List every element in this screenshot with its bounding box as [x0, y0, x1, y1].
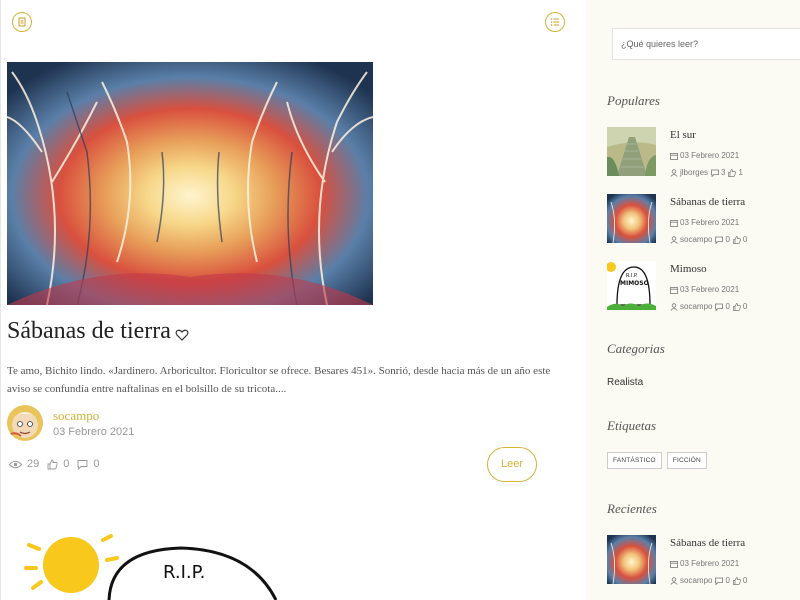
section-title-etiquetas: Etiquetas: [607, 418, 657, 433]
date-text: 03 Febrero 2021: [680, 151, 740, 160]
thumbs-up-icon: [733, 235, 741, 244]
date-text: 03 Febrero 2021: [680, 218, 740, 227]
views-count: 29: [27, 458, 40, 470]
comment-icon: [77, 459, 88, 470]
thumb-mimoso-text: MIMOSO: [620, 280, 649, 287]
recent-item-sabanas[interactable]: Sábanas de tierra 03 Febrero 2021 socamp…: [607, 535, 797, 585]
section-title-populares: Populares: [607, 93, 660, 108]
popular-item-sabanas[interactable]: Sábanas de tierra 03 Febrero 2021 socamp…: [607, 194, 797, 244]
comment-icon: [715, 577, 724, 585]
thumbs-up-icon: [733, 302, 741, 311]
comments-count: 0: [725, 576, 730, 585]
side-post-meta: socampo 0 0: [670, 235, 750, 244]
eye-icon: [9, 460, 22, 468]
category-link-realista[interactable]: Realista: [607, 377, 643, 388]
calendar-icon: [670, 560, 678, 568]
author-text[interactable]: socampo: [680, 302, 712, 311]
side-post-date: 03 Febrero 2021: [670, 285, 742, 294]
search-placeholder: ¿Qué quieres leer?: [621, 39, 699, 49]
post-thumbnail[interactable]: [607, 127, 656, 176]
section-title-recientes: Recientes: [607, 501, 657, 516]
popular-item-el-sur[interactable]: El sur 03 Febrero 2021 jlborges 3 1: [607, 127, 797, 177]
post-date: 03 Febrero 2021: [53, 426, 135, 438]
likes-stat: 0: [47, 458, 69, 470]
date-text: 03 Febrero 2021: [680, 559, 740, 568]
author-text[interactable]: jlborges: [680, 168, 708, 177]
document-icon[interactable]: [12, 12, 32, 32]
side-post-date: 03 Febrero 2021: [670, 559, 742, 568]
second-post-image[interactable]: R.I.P.: [21, 530, 301, 600]
thumb-rip-text: R.I.P.: [626, 273, 638, 279]
thumbs-up-icon: [733, 576, 741, 585]
author-text[interactable]: socampo: [680, 576, 712, 585]
likes-count: 0: [742, 302, 748, 311]
heart-icon[interactable]: [175, 328, 189, 342]
views-stat: 29: [9, 458, 39, 470]
list-icon[interactable]: [545, 12, 565, 32]
post-thumbnail[interactable]: [607, 535, 656, 584]
likes-count: 0: [742, 576, 748, 585]
calendar-icon: [670, 286, 678, 294]
comments-stat: 0: [77, 458, 100, 470]
comments-count: 0: [725, 302, 730, 311]
post-excerpt: Te amo, Bichito lindo. «Jardinero. Arbor…: [7, 365, 551, 395]
calendar-icon: [670, 219, 678, 227]
date-text: 03 Febrero 2021: [680, 285, 740, 294]
thumbs-up-icon: [728, 168, 737, 177]
post-title[interactable]: Sábanas de tierra: [7, 318, 171, 345]
author-text[interactable]: socampo: [680, 235, 712, 244]
side-post-meta: jlborges 3 1: [670, 168, 746, 177]
calendar-icon: [670, 152, 678, 160]
side-post-title[interactable]: Sábanas de tierra: [670, 196, 745, 208]
post-stats: 29 0 0: [9, 458, 108, 470]
user-icon: [670, 235, 678, 244]
search-input[interactable]: ¿Qué quieres leer?: [612, 28, 800, 60]
comments-count: 0: [725, 235, 730, 244]
section-title-categorias: Categorias: [607, 341, 665, 356]
user-icon: [670, 168, 678, 177]
sidebar: ¿Qué quieres leer? Populares El sur 03 F…: [586, 0, 800, 600]
main-content: Sábanas de tierra Te amo, Bichito lindo.…: [0, 0, 586, 600]
side-post-title[interactable]: Mimoso: [670, 263, 707, 275]
side-post-meta: socampo 0 0: [670, 302, 750, 311]
user-icon: [670, 302, 678, 311]
side-post-meta: socampo 0 0: [670, 576, 750, 585]
likes-count: 0: [742, 235, 748, 244]
comments-count: 3: [721, 168, 726, 177]
tag-ficcion[interactable]: FICCIÓN: [666, 452, 707, 469]
likes-count: 0: [63, 458, 70, 470]
post-thumbnail[interactable]: R.I.P. MIMOSO: [607, 261, 656, 310]
side-post-date: 03 Febrero 2021: [670, 218, 742, 227]
avatar[interactable]: [7, 405, 43, 441]
comments-count: 0: [93, 458, 100, 470]
comment-icon: [715, 303, 724, 311]
rip-text: R.I.P.: [163, 562, 205, 583]
side-post-title[interactable]: El sur: [670, 129, 696, 141]
side-post-date: 03 Febrero 2021: [670, 151, 742, 160]
post-thumbnail[interactable]: [607, 194, 656, 243]
user-icon: [670, 576, 678, 585]
thumbs-up-icon: [47, 459, 58, 469]
post-hero-image[interactable]: [7, 62, 373, 305]
comment-icon: [715, 236, 724, 244]
popular-item-mimoso[interactable]: R.I.P. MIMOSO Mimoso 03 Febrero 2021 soc…: [607, 261, 797, 311]
tag-list: FANTÁSTICO FICCIÓN: [607, 452, 712, 469]
read-button[interactable]: Leer: [487, 447, 537, 482]
author-name[interactable]: socampo: [53, 408, 99, 424]
tag-fantastico[interactable]: FANTÁSTICO: [607, 452, 662, 469]
comment-icon: [711, 169, 719, 177]
side-post-title[interactable]: Sábanas de tierra: [670, 537, 745, 549]
likes-count: 1: [738, 168, 743, 177]
